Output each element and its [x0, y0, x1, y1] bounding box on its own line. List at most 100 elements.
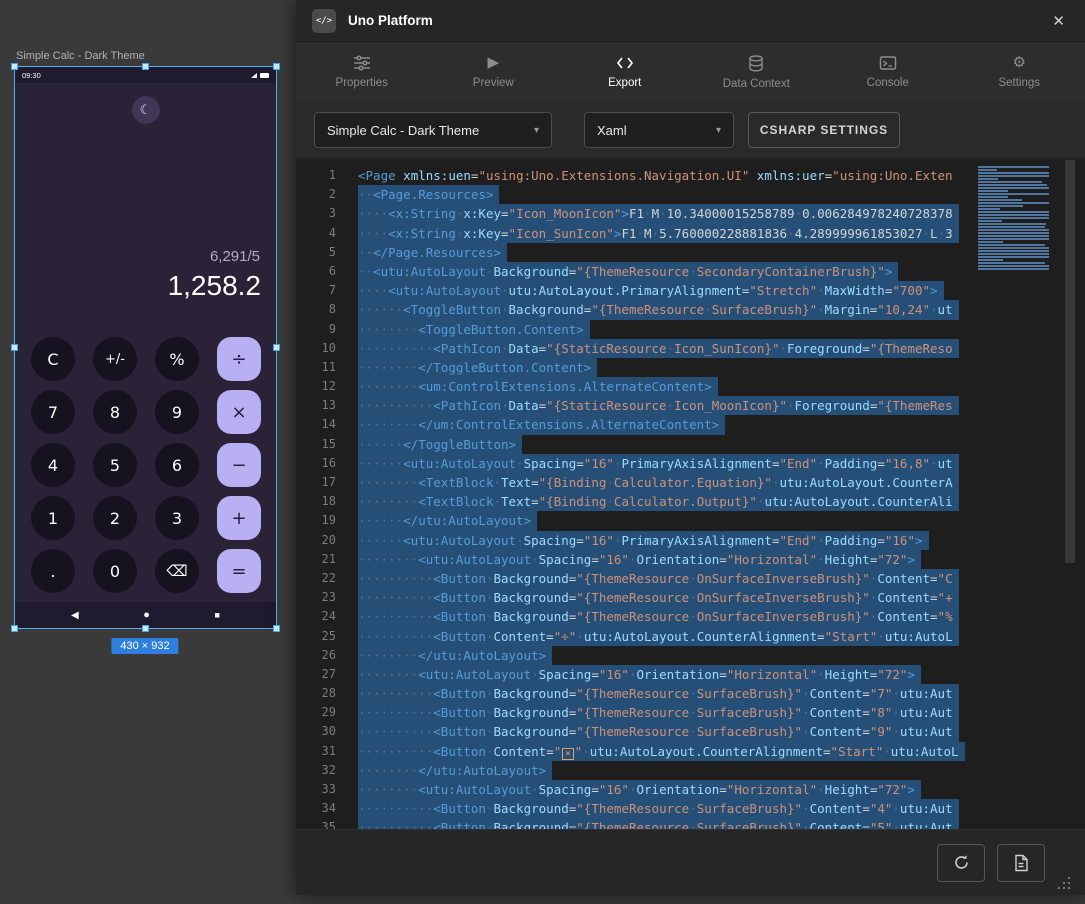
line-number: 21 — [296, 550, 336, 569]
nav-home-icon[interactable]: ● — [143, 609, 150, 621]
nav-recent-icon[interactable]: ■ — [215, 610, 220, 620]
code-line[interactable]: 9········<ToggleButton.Content> — [296, 320, 968, 339]
theme-toggle-button[interactable]: ☾ — [132, 96, 160, 124]
minimap-line — [978, 226, 1045, 228]
title-bar[interactable]: </> Uno Platform ✕ — [296, 0, 1085, 42]
csharp-settings-button[interactable]: CSHARP SETTINGS — [748, 112, 900, 148]
code-line[interactable]: 26········</utu:AutoLayout> — [296, 646, 968, 665]
tab-label: Data Context — [723, 78, 790, 90]
calc-key-2[interactable]: 2 — [93, 496, 137, 540]
calc-key-7[interactable]: 7 — [31, 390, 75, 434]
selection-handle-bottom-center[interactable] — [142, 625, 149, 632]
calc-key-0[interactable]: 0 — [93, 549, 137, 593]
line-number: 11 — [296, 358, 336, 377]
code-line[interactable]: 29··········<Button·Background="{ThemeRe… — [296, 703, 968, 722]
scrollbar-thumb[interactable] — [1065, 160, 1075, 563]
code-line[interactable]: 1<Page xmlns:uen="using:Uno.Extensions.N… — [296, 166, 968, 185]
selection-handle-bottom-left[interactable] — [11, 625, 18, 632]
selection-handle-top-right[interactable] — [273, 63, 280, 70]
selection-handle-top-left[interactable] — [11, 63, 18, 70]
code-line[interactable]: 23··········<Button·Background="{ThemeRe… — [296, 588, 968, 607]
code-line[interactable]: 12········<um:ControlExtensions.Alternat… — [296, 377, 968, 396]
nav-back-icon[interactable]: ◀ — [71, 610, 79, 621]
code-editor[interactable]: 1<Page xmlns:uen="using:Uno.Extensions.N… — [296, 158, 1085, 829]
code-line[interactable]: 31··········<Button·Content="⨯"·utu:Auto… — [296, 742, 968, 761]
tab-settings[interactable]: ⚙ Settings — [954, 42, 1085, 102]
code-line[interactable]: 7····<utu:AutoLayout·utu:AutoLayout.Prim… — [296, 281, 968, 300]
code-line[interactable]: 13··········<PathIcon·Data="{StaticResou… — [296, 396, 968, 415]
calc-key-−[interactable]: − — [217, 443, 261, 487]
refresh-button[interactable] — [937, 844, 985, 882]
calc-key-8[interactable]: 8 — [93, 390, 137, 434]
code-line[interactable]: 33········<utu:AutoLayout·Spacing="16"·O… — [296, 780, 968, 799]
calc-key-÷[interactable]: ÷ — [217, 337, 261, 381]
code-line[interactable]: 27········<utu:AutoLayout·Spacing="16"·O… — [296, 665, 968, 684]
tab-label: Console — [867, 77, 909, 89]
code-line[interactable]: 21········<utu:AutoLayout·Spacing="16"·O… — [296, 550, 968, 569]
calc-key-⌫[interactable]: ⌫ — [155, 549, 199, 593]
line-number: 20 — [296, 531, 336, 550]
calc-key-4[interactable]: 4 — [31, 443, 75, 487]
calc-key-3[interactable]: 3 — [155, 496, 199, 540]
minimap-line — [978, 250, 1049, 252]
calc-key-C[interactable]: C — [31, 337, 75, 381]
tab-data-context[interactable]: Data Context — [691, 42, 823, 102]
tab-properties[interactable]: Properties — [296, 42, 428, 102]
code-line[interactable]: 25··········<Button·Content="÷"·utu:Auto… — [296, 627, 968, 646]
code-line[interactable]: 35··········<Button·Background="{ThemeRe… — [296, 818, 968, 829]
calc-key-×[interactable]: × — [217, 390, 261, 434]
calc-key-1[interactable]: 1 — [31, 496, 75, 540]
code-line[interactable]: 8······<ToggleButton·Background="{ThemeR… — [296, 300, 968, 319]
phone-artboard[interactable]: 09:30 ☾ 6,291/5 1,258.2 C+/-%÷789×456−12… — [14, 66, 277, 629]
calc-key-+/-[interactable]: +/- — [93, 337, 137, 381]
line-number: 1 — [296, 166, 336, 185]
calc-key-=[interactable]: = — [217, 549, 261, 593]
code-line[interactable]: 18········<TextBlock·Text="{Binding·Calc… — [296, 492, 968, 511]
calc-key-.[interactable]: . — [31, 549, 75, 593]
code-line[interactable]: 34··········<Button·Background="{ThemeRe… — [296, 799, 968, 818]
tab-label: Export — [608, 77, 641, 89]
code-line[interactable]: 22··········<Button·Background="{ThemeRe… — [296, 569, 968, 588]
minimap[interactable] — [978, 166, 1056, 829]
code-line[interactable]: 15······</ToggleButton> — [296, 435, 968, 454]
calc-key-5[interactable]: 5 — [93, 443, 137, 487]
editor-scrollbar[interactable] — [1065, 158, 1075, 829]
close-icon[interactable]: ✕ — [1048, 8, 1069, 34]
code-line[interactable]: 19······</utu:AutoLayout> — [296, 511, 968, 530]
code-line[interactable]: 16······<utu:AutoLayout·Spacing="16"·Pri… — [296, 454, 968, 473]
code-line[interactable]: 14········</um:ControlExtensions.Alterna… — [296, 415, 968, 434]
code-line[interactable]: 4····<x:String·x:Key="Icon_SunIcon">F1·M… — [296, 224, 968, 243]
selection-handle-mid-right[interactable] — [273, 344, 280, 351]
calc-key-6[interactable]: 6 — [155, 443, 199, 487]
code-line[interactable]: 11········</ToggleButton.Content> — [296, 358, 968, 377]
calc-key-+[interactable]: + — [217, 496, 261, 540]
code-line[interactable]: 6··<utu:AutoLayout·Background="{ThemeRes… — [296, 262, 968, 281]
code-line[interactable]: 20······<utu:AutoLayout·Spacing="16"·Pri… — [296, 531, 968, 550]
calc-key-9[interactable]: 9 — [155, 390, 199, 434]
code-line[interactable]: 17········<TextBlock·Text="{Binding·Calc… — [296, 473, 968, 492]
project-select[interactable]: Simple Calc - Dark Theme ▾ — [314, 112, 552, 148]
line-number: 3 — [296, 204, 336, 223]
selection-handle-bottom-right[interactable] — [273, 625, 280, 632]
format-select[interactable]: Xaml ▾ — [584, 112, 734, 148]
code-line[interactable]: 3····<x:String·x:Key="Icon_MoonIcon">F1·… — [296, 204, 968, 223]
code-line[interactable]: 5··</Page.Resources> — [296, 243, 968, 262]
resize-grip[interactable] — [1057, 876, 1071, 890]
code-line[interactable]: 28··········<Button·Background="{ThemeRe… — [296, 684, 968, 703]
tab-console[interactable]: Console — [822, 42, 954, 102]
selection-handle-top-center[interactable] — [142, 63, 149, 70]
selection-handle-mid-left[interactable] — [11, 344, 18, 351]
code-line[interactable]: 2··<Page.Resources> — [296, 185, 968, 204]
tab-preview[interactable]: ▶ Preview — [428, 42, 560, 102]
code-line[interactable]: 32········</utu:AutoLayout> — [296, 761, 968, 780]
code-line[interactable]: 10··········<PathIcon·Data="{StaticResou… — [296, 339, 968, 358]
minimap-line — [978, 232, 1049, 234]
phone-screen: 09:30 ☾ 6,291/5 1,258.2 C+/-%÷789×456−12… — [15, 67, 276, 628]
tab-export[interactable]: Export — [559, 42, 691, 102]
calc-key-%[interactable]: % — [155, 337, 199, 381]
code-line[interactable]: 30··········<Button·Background="{ThemeRe… — [296, 722, 968, 741]
line-number: 30 — [296, 722, 336, 741]
code-line[interactable]: 24··········<Button·Background="{ThemeRe… — [296, 607, 968, 626]
chevron-down-icon: ▾ — [716, 125, 721, 136]
export-file-button[interactable] — [997, 844, 1045, 882]
